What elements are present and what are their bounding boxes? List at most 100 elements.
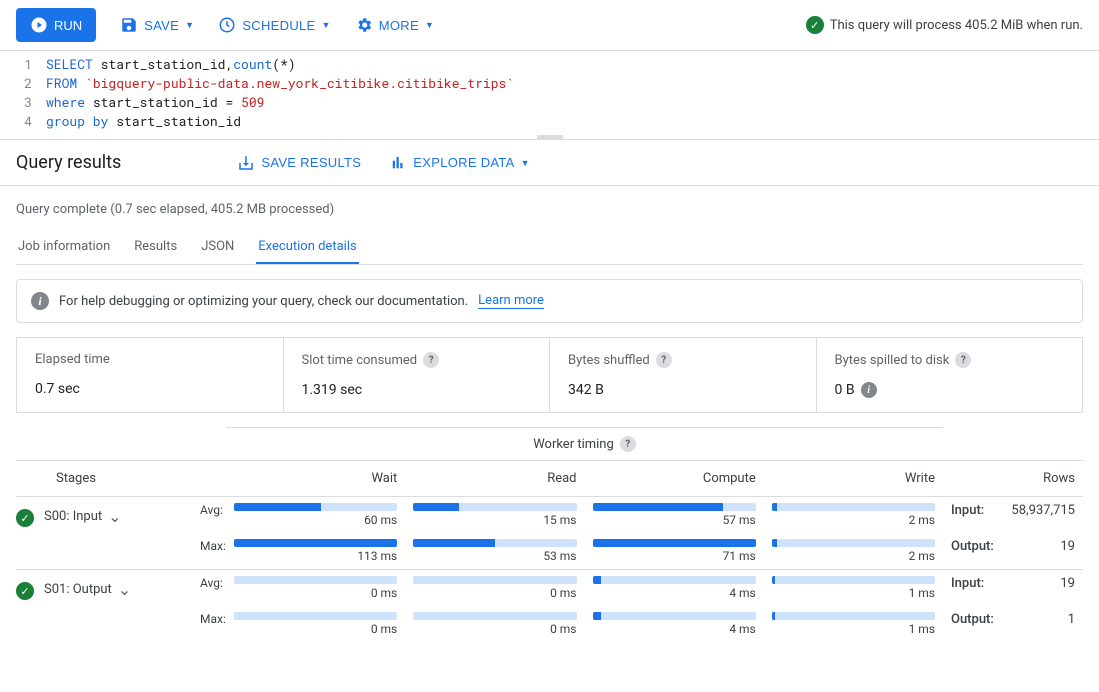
col-read: Read bbox=[405, 460, 584, 497]
save-icon bbox=[120, 16, 138, 34]
max-compute: 71 ms bbox=[585, 533, 764, 570]
stage-toggle[interactable]: ✓S01: Output ⌄ bbox=[16, 570, 226, 642]
run-button-label: RUN bbox=[54, 18, 82, 33]
check-circle-icon: ✓ bbox=[806, 16, 824, 34]
run-button[interactable]: RUN bbox=[16, 8, 96, 42]
chevron-down-icon: ▼ bbox=[521, 158, 530, 168]
explore-data-button[interactable]: EXPLORE DATA ▼ bbox=[389, 154, 530, 172]
editor-line: 4group by start_station_id bbox=[0, 112, 1099, 131]
io-output: Output:19 bbox=[943, 533, 1083, 570]
max-read: 53 ms bbox=[405, 533, 584, 570]
more-button[interactable]: MORE ▼ bbox=[355, 16, 434, 34]
timing-metric: 0 ms bbox=[405, 570, 584, 606]
stat-label: Bytes spilled to disk ? bbox=[835, 352, 1065, 368]
stat-card: Elapsed time 0.7 sec bbox=[17, 338, 284, 412]
info-banner-text: For help debugging or optimizing your qu… bbox=[59, 294, 468, 309]
stat-value: 342 B bbox=[568, 382, 798, 398]
check-circle-icon: ✓ bbox=[16, 582, 34, 600]
chevron-down-icon: ⌄ bbox=[108, 507, 121, 526]
line-number: 2 bbox=[16, 74, 46, 93]
chevron-down-icon: ▼ bbox=[185, 20, 194, 30]
line-number: 3 bbox=[16, 93, 46, 112]
max-compute: 4 ms bbox=[585, 606, 764, 642]
timing-metric: 2 ms bbox=[764, 497, 943, 533]
save-results-button[interactable]: SAVE RESULTS bbox=[237, 154, 361, 172]
more-button-label: MORE bbox=[379, 18, 419, 33]
stat-card: Slot time consumed ? 1.319 sec bbox=[284, 338, 551, 412]
max-write: 2 ms bbox=[764, 533, 943, 570]
save-button-label: SAVE bbox=[144, 18, 179, 33]
avg-wait: Avg:60 ms bbox=[226, 497, 405, 533]
col-rows: Rows bbox=[943, 460, 1083, 497]
info-icon[interactable]: i bbox=[861, 382, 877, 398]
results-body: Query complete (0.7 sec elapsed, 405.2 M… bbox=[0, 186, 1099, 658]
tab-results[interactable]: Results bbox=[132, 231, 179, 264]
chevron-down-icon: ▼ bbox=[322, 20, 331, 30]
io-input: Input:58,937,715 bbox=[943, 497, 1083, 533]
query-status-text: This query will process 405.2 MiB when r… bbox=[830, 18, 1083, 33]
max-write: 1 ms bbox=[764, 606, 943, 642]
stat-label: Bytes shuffled ? bbox=[568, 352, 798, 368]
line-number: 1 bbox=[16, 55, 46, 74]
tab-job-information[interactable]: Job information bbox=[16, 231, 112, 264]
help-icon[interactable]: ? bbox=[955, 352, 971, 368]
col-wait: Wait bbox=[226, 460, 405, 497]
editor-line: 3where start_station_id = 509 bbox=[0, 93, 1099, 112]
max-read: 0 ms bbox=[405, 606, 584, 642]
avg-wait: Avg:0 ms bbox=[226, 570, 405, 606]
editor-resize-handle[interactable] bbox=[537, 135, 563, 139]
stat-label: Slot time consumed ? bbox=[302, 352, 532, 368]
results-title: Query results bbox=[16, 152, 121, 173]
gear-icon bbox=[355, 16, 373, 34]
info-icon: i bbox=[31, 292, 49, 310]
save-button[interactable]: SAVE ▼ bbox=[120, 16, 194, 34]
help-icon[interactable]: ? bbox=[423, 352, 439, 368]
schedule-icon bbox=[218, 16, 236, 34]
query-status: ✓ This query will process 405.2 MiB when… bbox=[806, 16, 1083, 34]
chevron-down-icon: ⌄ bbox=[118, 580, 131, 599]
stats-row: Elapsed time 0.7 sec Slot time consumed ? 1… bbox=[16, 337, 1083, 413]
stat-card: Bytes spilled to disk ? 0 B i bbox=[817, 338, 1083, 412]
stat-value: 0.7 sec bbox=[35, 381, 265, 397]
download-icon bbox=[237, 154, 255, 172]
editor-line: 2FROM `bigquery-public-data.new_york_cit… bbox=[0, 74, 1099, 93]
stat-value: 1.319 sec bbox=[302, 382, 532, 398]
stage-toggle[interactable]: ✓S00: Input ⌄ bbox=[16, 497, 226, 570]
results-header: Query results SAVE RESULTS EXPLORE DATA … bbox=[0, 140, 1099, 186]
sql-editor[interactable]: 1SELECT start_station_id,count(*)2FROM `… bbox=[0, 51, 1099, 140]
learn-more-link[interactable]: Learn more bbox=[478, 293, 544, 309]
worker-timing-header: Worker timing ? bbox=[226, 427, 943, 460]
chevron-down-icon: ▼ bbox=[425, 20, 434, 30]
schedule-button[interactable]: SCHEDULE ▼ bbox=[218, 16, 330, 34]
chart-icon bbox=[389, 154, 407, 172]
col-compute: Compute bbox=[585, 460, 764, 497]
col-stages: Stages bbox=[16, 460, 226, 497]
explore-data-label: EXPLORE DATA bbox=[413, 155, 514, 170]
editor-line: 1SELECT start_station_id,count(*) bbox=[0, 55, 1099, 74]
help-icon[interactable]: ? bbox=[656, 352, 672, 368]
tab-json[interactable]: JSON bbox=[199, 231, 236, 264]
max-wait: Max:0 ms bbox=[226, 606, 405, 642]
timing-metric: 57 ms bbox=[585, 497, 764, 533]
save-results-label: SAVE RESULTS bbox=[261, 155, 361, 170]
query-complete-text: Query complete (0.7 sec elapsed, 405.2 M… bbox=[16, 202, 1083, 217]
tab-execution-details[interactable]: Execution details bbox=[256, 231, 358, 264]
check-circle-icon: ✓ bbox=[16, 509, 34, 527]
play-icon bbox=[30, 16, 48, 34]
io-input: Input:19 bbox=[943, 570, 1083, 606]
stat-value: 0 B i bbox=[835, 382, 1065, 398]
col-write: Write bbox=[764, 460, 943, 497]
schedule-button-label: SCHEDULE bbox=[242, 18, 315, 33]
editor-toolbar: RUN SAVE ▼ SCHEDULE ▼ MORE ▼ ✓ This quer… bbox=[0, 0, 1099, 51]
results-tabs: Job information Results JSON Execution deta… bbox=[16, 231, 1083, 265]
stat-card: Bytes shuffled ? 342 B bbox=[550, 338, 817, 412]
worker-timing: Worker timing ? StagesWaitReadComputeWri… bbox=[16, 427, 1083, 642]
help-icon[interactable]: ? bbox=[620, 436, 636, 452]
io-output: Output:1 bbox=[943, 606, 1083, 642]
timing-metric: 1 ms bbox=[764, 570, 943, 606]
max-wait: Max:113 ms bbox=[226, 533, 405, 570]
timing-metric: 15 ms bbox=[405, 497, 584, 533]
info-banner: i For help debugging or optimizing your … bbox=[16, 279, 1083, 323]
stat-label: Elapsed time bbox=[35, 352, 265, 367]
timing-metric: 4 ms bbox=[585, 570, 764, 606]
